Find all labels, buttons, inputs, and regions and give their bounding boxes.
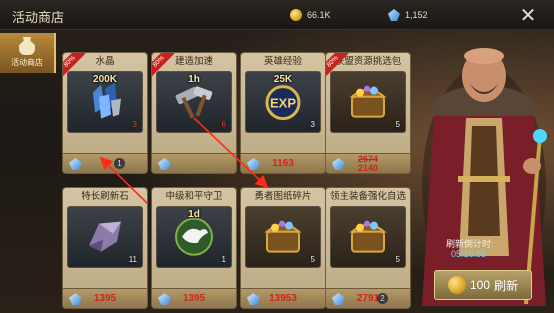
refresh-cost: 100 (469, 278, 490, 292)
price-bar[interactable]: 1163 (241, 153, 325, 173)
item-card[interactable]: 英雄经验 EXP 25K 3 1163 (241, 53, 325, 173)
item-name: 领主装备强化自选包 (329, 191, 406, 220)
item-image: 11 (67, 206, 143, 268)
item-quantity: 3 (310, 120, 315, 129)
refresh-label: 刷新 (494, 278, 519, 293)
item-price: 2791 (356, 293, 380, 304)
item-quantity: 1 (221, 255, 226, 264)
tab-label: 活动商店 (11, 58, 43, 67)
item-image: EXP 25K 3 (245, 71, 321, 133)
hero-portrait (422, 48, 547, 306)
item-name: 英雄经验 (263, 56, 302, 67)
refresh-button[interactable]: 100 刷新 (434, 270, 532, 300)
item-card[interactable]: 领主装备强化自选包 5 27912 (326, 188, 410, 308)
item-name: 特长刷新石 (81, 191, 129, 202)
item-image: 5 (330, 71, 406, 133)
gem-amount: 1,152 (405, 10, 428, 20)
price-bar[interactable] (152, 153, 236, 173)
gem-icon (158, 158, 171, 170)
item-quantity: 5 (310, 255, 315, 264)
price-bar[interactable]: 1395 (152, 288, 236, 308)
gold-coin-icon (447, 276, 466, 294)
item-price: 1395 (182, 293, 206, 304)
item-image: 1h 6 (156, 71, 232, 133)
item-card[interactable]: 中级和平守卫 1d 1 1395 (152, 188, 236, 308)
item-image: 5 (245, 206, 321, 268)
chest-icon (346, 218, 390, 261)
countdown-timer: 05:16:55 (451, 249, 487, 259)
close-icon: ✕ (519, 3, 537, 27)
exp-icon: EXP (261, 83, 305, 126)
info-icon[interactable]: 2 (377, 293, 388, 304)
item-price: 2140 (357, 163, 379, 173)
price-bar[interactable]: 2791 2 (326, 288, 410, 308)
price-bar[interactable]: 1395 (63, 288, 147, 308)
item-quantity: 5 (395, 120, 400, 129)
item-price: 1395 (93, 293, 117, 304)
item-amount-label: 25K (273, 74, 293, 85)
page-title: 活动商店 (12, 10, 65, 25)
item-amount-label: 1d (188, 209, 200, 220)
price-bar[interactable]: 11 (63, 153, 147, 173)
item-card[interactable]: 勇者图纸碎片 5 13953 (241, 188, 325, 308)
item-card[interactable]: 建造加速 1h 6 80% (152, 53, 236, 173)
item-name: 勇者图纸碎片 (254, 191, 312, 202)
item-image: 5 (330, 206, 406, 268)
item-amount-label: 1h (188, 74, 200, 85)
item-quantity: 11 (128, 255, 137, 264)
price-bar[interactable]: 2140 2674 (326, 153, 410, 173)
item-price: 1 (102, 158, 108, 169)
item-price: 13953 (269, 293, 297, 304)
item-quantity: 6 (221, 120, 226, 129)
item-old-price: 2674 (357, 154, 379, 164)
top-bar: 活动商店 66.1K 1,152 ✕ (0, 0, 554, 30)
gold-coin-icon (290, 9, 302, 21)
stone-icon (83, 218, 127, 261)
gold-display: 66.1K (290, 8, 331, 22)
item-card[interactable]: 特长刷新石 11 1395 (63, 188, 147, 308)
item-card[interactable]: 联盟资源挑选包 5 80% 2140 2674 (326, 53, 410, 173)
dove-icon (172, 217, 216, 262)
item-image: 1d 1 (156, 206, 232, 268)
crystal-icon (85, 82, 125, 126)
gem-icon (388, 9, 400, 21)
gem-display: 1,152 (388, 8, 428, 22)
item-card[interactable]: 水晶 200K 3 80% 1 1 (63, 53, 147, 173)
price-bar[interactable]: 13953 (241, 288, 325, 308)
info-icon[interactable]: 1 (114, 158, 125, 169)
hammer-icon (172, 83, 216, 126)
item-name: 中级和平守卫 (165, 191, 223, 202)
item-amount-label: 200K (93, 74, 117, 85)
chest-icon (261, 218, 305, 261)
shop-bag-icon (19, 37, 35, 55)
chest-icon (346, 83, 390, 126)
close-button[interactable]: ✕ (517, 4, 539, 26)
gold-amount: 66.1K (307, 10, 331, 20)
item-quantity: 3 (132, 120, 137, 129)
item-quantity: 5 (395, 255, 400, 264)
svg-text:EXP: EXP (270, 96, 296, 111)
tab-event-shop[interactable]: 活动商店 (0, 33, 56, 73)
item-price: 1163 (272, 158, 294, 169)
item-image: 200K 3 (67, 71, 143, 133)
